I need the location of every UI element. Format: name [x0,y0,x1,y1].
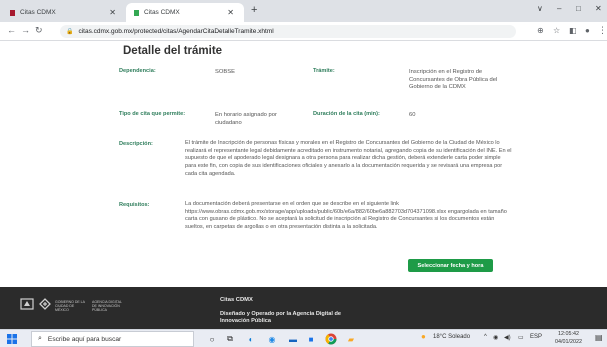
search-placeholder: Escribe aquí para buscar [47,335,122,343]
maximize-icon[interactable]: □ [576,4,581,13]
browser-tab-1[interactable]: Citas CDMX ✕ [2,3,126,22]
weather-text[interactable]: 18°C Soleado [433,334,470,340]
forward-arrow-icon[interactable]: → [21,25,30,35]
browser-tab-strip: Citas CDMX ✕ Citas CDMX ✕ + ∨ – □ ✕ [0,0,607,22]
more-menu-icon[interactable]: ⋮ [598,25,607,36]
cortana-icon[interactable]: ○ [206,333,218,345]
back-arrow-icon[interactable]: ← [7,25,16,35]
notifications-icon[interactable]: ▤ [595,333,603,342]
taskbar-search-box[interactable]: ⌕ Escribe aquí para buscar [31,331,194,347]
profile-icon[interactable]: ● [585,26,590,35]
clock-date: 04/01/2022 [555,338,582,345]
mail-icon[interactable]: ▬ [287,333,299,345]
descripcion-label: Descripción: [119,141,153,147]
tab-title: Citas CDMX [20,9,56,16]
site-favicon-icon [134,9,139,16]
windows-start-icon[interactable] [7,334,17,344]
file-explorer-icon[interactable]: ▰ [345,333,357,345]
clock-time: 12:05:42 [558,331,579,337]
tipo-cita-label: Tipo de cita que permite: [119,111,186,117]
footer-title: Citas CDMX [220,297,253,303]
plus-icon[interactable]: + [251,4,257,16]
site-favicon-icon [10,9,15,16]
agencia-digital-logo: AGENCIA DIGITAL DE INNOVACIÓN PÚBLICA [92,300,122,313]
battery-icon[interactable]: ▭ [518,334,524,341]
requisitos-text: La documentación deberá presentarse en e… [185,201,507,231]
dependencia-value: SOBSE [215,69,235,75]
address-bar[interactable]: 🔒 citas.cdmx.gob.mx/protected/citas/Agen… [60,25,516,38]
close-tab-icon[interactable]: ✕ [109,8,116,17]
tab-title: Citas CDMX [144,9,180,16]
task-view-icon[interactable]: ⧉ [224,333,236,345]
store-icon[interactable]: ■ [305,333,317,345]
site-footer: GOBIERNO DE LA CIUDAD DE MÉXICO AGENCIA … [0,287,607,329]
chrome-browser-icon[interactable]: ◉ [266,333,278,345]
search-icon: ⌕ [38,335,42,342]
dependencia-label: Dependencia: [119,68,156,74]
duracion-label: Duración de la cita (min): [313,111,380,117]
language-indicator[interactable]: ESP [530,334,542,340]
tramite-label: Trámite: [313,68,335,74]
reload-icon[interactable]: ↻ [35,25,43,36]
browser-tab-2[interactable]: Citas CDMX ✕ [126,3,244,22]
chevron-down-icon[interactable]: ∨ [537,4,543,13]
gobierno-cdmx-logo: GOBIERNO DE LA CIUDAD DE MÉXICO [55,300,85,313]
close-tab-icon[interactable]: ✕ [227,8,234,17]
duracion-value: 60 [409,112,416,118]
requisitos-label: Requisitos: [119,202,150,208]
url-text: citas.cdmx.gob.mx/protected/citas/Agenda… [78,28,274,35]
edge-browser-icon[interactable]: ◐ [245,333,257,345]
speaker-icon[interactable]: ◀) [504,334,511,341]
chrome-icon[interactable] [325,333,337,345]
weather-sun-icon: ● [421,332,426,341]
footer-credit: Diseñado y Operado por la Agencia Digita… [220,311,342,324]
tipo-cita-value: En horario asignado por ciudadano [215,112,277,126]
descripcion-text: El trámite de Inscripción de personas fí… [185,140,512,177]
extensions-icon[interactable]: ◧ [569,26,577,35]
lock-icon: 🔒 [66,29,74,35]
bookmark-star-icon[interactable]: ☆ [553,26,560,35]
share-icon[interactable]: ⊕ [537,26,544,35]
browser-toolbar: ← → ↻ 🔒 citas.cdmx.gob.mx/protected/cita… [0,22,607,41]
chevron-up-icon[interactable]: ^ [484,334,487,340]
system-clock[interactable]: 12:05:42 04/01/2022 [555,331,582,346]
page-title: Detalle del trámite [123,45,223,57]
network-icon[interactable]: ◉ [493,334,498,341]
cdmx-emblem-icon [39,298,51,310]
select-date-time-button[interactable]: Seleccionar fecha y hora [408,259,493,272]
cdmx-crest-icon [20,298,34,310]
windows-taskbar: ⌕ Escribe aquí para buscar ○ ⧉ ◐ ◉ ▬ ■ ▰… [0,329,607,347]
close-window-icon[interactable]: ✕ [595,4,602,13]
minimize-icon[interactable]: – [557,4,561,13]
tramite-value: Inscripción en el Registro de Concursant… [409,69,498,91]
